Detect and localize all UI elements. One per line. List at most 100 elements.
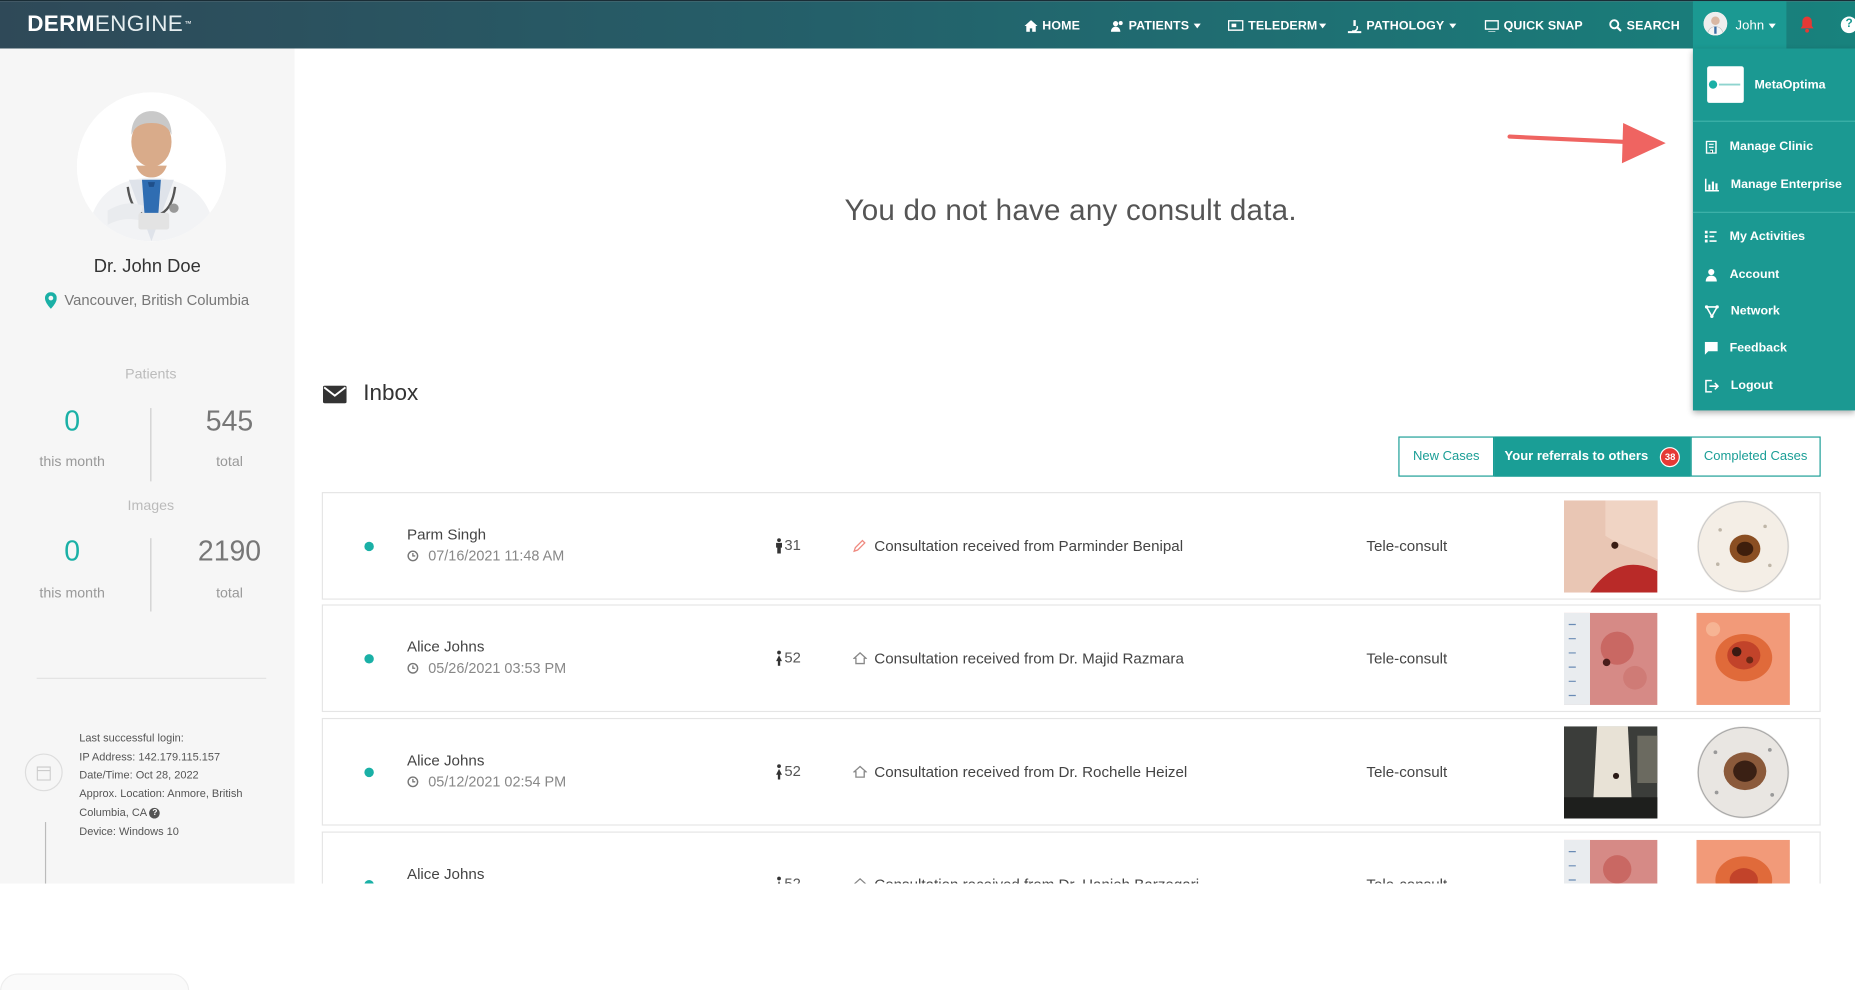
logo-text-light: ENGINE	[94, 11, 184, 37]
patient-name: Parm Singh	[406, 525, 487, 543]
logo-text-bold: DERM	[27, 11, 95, 37]
clinical-image-thumbnail[interactable]	[1563, 612, 1658, 705]
dermoscopy-image-thumbnail[interactable]	[1696, 500, 1790, 593]
images-total-count: 2190	[197, 535, 262, 568]
telederm-icon	[1227, 19, 1244, 31]
menu-item-account[interactable]: Account	[1705, 264, 1779, 285]
tab-referrals-to-others[interactable]: Your referrals to others 38	[1494, 436, 1691, 477]
menu-item-feedback[interactable]: Feedback	[1704, 337, 1787, 358]
patient-age-label: 52	[784, 762, 801, 780]
dermoscopy-image-thumbnail[interactable]	[1696, 612, 1790, 705]
case-date-label: 05/26/2021 03:53 PM	[428, 660, 567, 677]
clinical-image-thumbnail[interactable]	[1563, 839, 1658, 884]
last-login-device: Device: Windows 10	[79, 825, 179, 837]
tab-new-cases-label: New Cases	[1412, 449, 1480, 464]
person-icon	[777, 875, 781, 884]
doctor-location-label: Vancouver, British Columbia	[64, 292, 250, 309]
dermengine-logo[interactable]: DERMENGINE™	[27, 11, 192, 37]
dermoscopy-image-thumbnail[interactable]	[1696, 726, 1790, 819]
images-total-label: total	[216, 584, 243, 601]
nav-telederm[interactable]: TELEDERM	[1227, 1, 1326, 49]
case-date-label: 05/12/2021 02:54 PM	[428, 773, 567, 791]
menu-item-my-activities[interactable]: My Activities	[1704, 226, 1805, 247]
menu-item-network[interactable]: Network	[1704, 300, 1780, 321]
menu-divider	[1692, 211, 1855, 213]
nav-patients[interactable]: PATIENTS	[1110, 1, 1201, 49]
case-type: Tele-consult	[1366, 875, 1447, 883]
menu-item-manage-enterprise[interactable]: Manage Enterprise	[1704, 174, 1842, 195]
case-description-label: Consultation received from Dr. Majid Raz…	[874, 649, 1184, 668]
dermoscopy-image-thumbnail[interactable]	[1696, 839, 1790, 884]
case-description-label: Consultation received from Dr. Rochelle …	[874, 762, 1188, 781]
empty-consult-message: You do not have any consult data.	[844, 193, 1297, 228]
clinical-image-thumbnail[interactable]	[1563, 726, 1658, 819]
tab-referrals-label: Your referrals to others	[1504, 449, 1649, 464]
chevron-down-icon	[1449, 23, 1457, 28]
case-row[interactable]: Alice Johns 52 Consultation received fro…	[321, 831, 1821, 884]
clock-icon	[407, 550, 419, 562]
clinic-house-icon	[853, 877, 867, 884]
nav-search[interactable]: SEARCH	[1609, 1, 1680, 49]
nav-home-label: HOME	[1042, 18, 1081, 33]
dropdown-organization[interactable]: MetaOptima	[1692, 48, 1855, 122]
patients-section-label: Patients	[125, 365, 177, 383]
user-avatar	[1703, 11, 1728, 36]
menu-item-manage-clinic[interactable]: Manage Clinic	[1705, 136, 1813, 157]
last-login-ip: IP Address: 142.179.115.157	[79, 750, 221, 763]
inbox-title: Inbox	[363, 380, 419, 406]
case-type: Tele-consult	[1366, 536, 1448, 555]
patients-total-count: 545	[205, 405, 254, 438]
patient-age: 52	[775, 875, 801, 884]
unread-dot	[364, 880, 374, 884]
images-section-label: Images	[127, 496, 175, 514]
doctor-location: Vancouver, British Columbia	[0, 292, 295, 309]
case-row[interactable]: Parm Singh 07/16/2021 11:48 AM 31 Consul…	[321, 492, 1821, 600]
menu-item-logout[interactable]: Logout	[1705, 375, 1773, 396]
nav-home[interactable]: HOME	[1024, 1, 1081, 49]
last-login-location-country: Columbia, CA	[79, 806, 147, 819]
last-login-title: Last successful login:	[79, 732, 184, 744]
user-menu-button[interactable]: John	[1692, 1, 1787, 50]
chevron-down-icon	[1318, 23, 1326, 28]
person-icon	[776, 763, 782, 779]
list-icon	[1704, 230, 1717, 243]
case-date: 05/12/2021 02:54 PM	[407, 773, 567, 791]
patient-age: 31	[775, 537, 801, 554]
user-name: John	[1736, 1, 1777, 49]
help-icon[interactable]: ?	[1840, 16, 1855, 34]
patient-age-label: 52	[784, 649, 801, 666]
calendar-icon	[24, 753, 63, 792]
inbox-tabs: New Cases Your referrals to others 38 Com…	[1398, 436, 1821, 477]
case-row[interactable]: Alice Johns 05/12/2021 02:54 PM 52 Consu…	[321, 717, 1821, 826]
question-circle-icon[interactable]: ?	[149, 807, 161, 819]
last-login-location-line-2: Columbia, CA ?	[79, 804, 242, 823]
user-dropdown-menu: MetaOptima Manage Clinic Manage Enterpri…	[1692, 48, 1855, 411]
tab-completed-label: Completed Cases	[1703, 449, 1808, 464]
pencil-icon	[853, 539, 866, 553]
case-row[interactable]: Alice Johns 05/26/2021 03:53 PM 52 Consu…	[321, 604, 1821, 713]
images-this-month-count: 0	[64, 535, 81, 568]
bottom-pill-control[interactable]	[0, 973, 190, 990]
tab-completed-cases[interactable]: Completed Cases	[1690, 436, 1821, 477]
nav-quick-snap-label: QUICK SNAP	[1503, 18, 1583, 33]
top-navbar: DERMENGINE™ HOME PATIENTS TELEDERM PATHO…	[0, 0, 1855, 50]
nav-telederm-label: TELEDERM	[1248, 18, 1318, 33]
last-login-datetime: Date/Time: Oct 28, 2022	[79, 769, 199, 782]
network-icon	[1704, 304, 1719, 318]
images-this-month-label: this month	[39, 584, 105, 601]
tab-new-cases[interactable]: New Cases	[1398, 436, 1495, 477]
doctor-profile-photo	[76, 92, 226, 242]
nav-pathology[interactable]: PATHOLOGY	[1347, 1, 1457, 49]
nav-quick-snap[interactable]: QUICK SNAP	[1484, 1, 1583, 49]
case-description: Consultation received from Dr. Rochelle …	[852, 762, 1188, 781]
last-login-location: Approx. Location: Anmore, British	[79, 787, 243, 800]
patients-this-month-count: 0	[64, 405, 81, 438]
doctor-name: Dr. John Doe	[93, 256, 201, 277]
clinical-image-thumbnail[interactable]	[1563, 500, 1658, 593]
chevron-down-icon	[1193, 23, 1201, 28]
case-type: Tele-consult	[1366, 762, 1448, 781]
case-description-label: Consultation received from Dr. Hanieh Ba…	[874, 875, 1199, 883]
case-type: Tele-consult	[1366, 649, 1448, 668]
annotation-arrow-icon	[1507, 123, 1666, 164]
notification-bell-icon[interactable]	[1799, 15, 1814, 39]
